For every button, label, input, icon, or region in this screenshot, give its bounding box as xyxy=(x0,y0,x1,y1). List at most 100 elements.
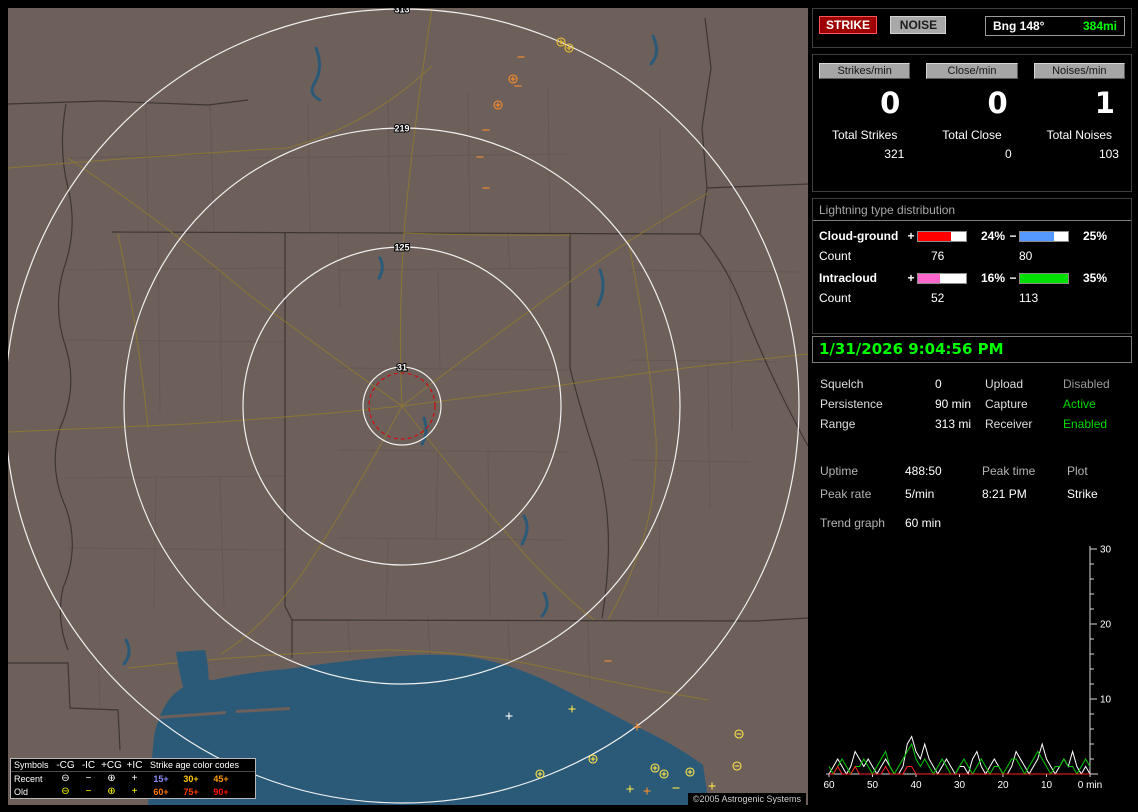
x-tick-label: 10 xyxy=(1041,780,1053,791)
capture-status: Active xyxy=(1063,397,1096,411)
trend-series-close xyxy=(829,765,1090,775)
age-code: 75+ xyxy=(183,786,199,797)
ic-positive-count: 52 xyxy=(931,291,945,305)
legend-header: Symbols -CG -IC +CG +IC Strike age color… xyxy=(11,759,255,772)
ring-distance-label: 125 xyxy=(394,243,409,253)
upload-status: Disabled xyxy=(1063,377,1110,391)
uptime-label: Uptime xyxy=(820,464,859,478)
close-per-min-value: 0 xyxy=(987,86,1008,120)
strikes-per-min-button[interactable]: Strikes/min xyxy=(819,63,911,79)
ring-distance-label: 219 xyxy=(394,124,409,134)
distribution-title: Lightning type distribution xyxy=(813,199,1131,221)
bearing-display: Bng 148° 384mi xyxy=(985,16,1125,36)
total-noises-label: Total Noises xyxy=(1046,128,1112,142)
stats-panel: Uptime 488:50 Peak time Plot Peak rate 5… xyxy=(812,456,1132,540)
squelch-label: Squelch xyxy=(820,377,864,391)
age-code: 60+ xyxy=(153,786,169,797)
settings-row: Persistence 90 min Capture Active xyxy=(812,394,1132,414)
noises-per-min-button[interactable]: Noises/min xyxy=(1033,63,1125,79)
rates-panel: Strikes/min 0 Total Strikes 321 Close/mi… xyxy=(812,54,1132,192)
plus-icon: + xyxy=(131,773,138,784)
age-code: 30+ xyxy=(183,773,199,784)
upload-label: Upload xyxy=(985,377,1024,391)
intracloud-row: Intracloud + 16% − 35% xyxy=(813,271,1131,285)
ring-distance-label: 31 xyxy=(397,363,407,373)
intracloud-label: Intracloud xyxy=(819,271,878,285)
ic-negative-pct: 35% xyxy=(1082,271,1107,285)
peak-rate-label: Peak rate xyxy=(820,487,872,501)
strikes-per-min-value: 0 xyxy=(880,86,901,120)
plot-label: Plot xyxy=(1067,464,1088,478)
minus-sign: − xyxy=(1009,229,1017,243)
total-close-value: 0 xyxy=(1004,147,1012,161)
minus-icon: − xyxy=(85,786,92,797)
stats-row: Peak rate 5/min 8:21 PM Strike xyxy=(812,483,1132,506)
circle-minus-icon: ⊖ xyxy=(61,786,70,797)
noise-indicator[interactable]: NOISE xyxy=(890,16,947,34)
legend-col-pos-ic: +IC xyxy=(126,759,143,771)
persistence-value: 90 min xyxy=(935,397,972,411)
trend-graph: 10 20 30 60 50 40 30 20 10 0 min xyxy=(823,545,1112,792)
cg-negative-pct: 25% xyxy=(1082,229,1107,243)
cg-negative-count: 80 xyxy=(1019,249,1033,263)
legend-row-old: Old ⊖ − ⊕ + 60+ 75+ 90+ xyxy=(11,785,255,798)
copyright-text: ©2005 Astrogenic Systems xyxy=(687,793,806,805)
y-tick-label: 10 xyxy=(1100,695,1112,706)
map-canvas: 313 219 125 31 xyxy=(8,8,808,805)
strike-indicator[interactable]: STRIKE xyxy=(819,16,877,34)
plot-value: Strike xyxy=(1067,487,1098,501)
cg-positive-count: 76 xyxy=(931,249,945,263)
distribution-panel: Lightning type distribution Cloud-ground… xyxy=(812,198,1132,334)
persistence-label: Persistence xyxy=(820,397,883,411)
circle-plus-icon: ⊕ xyxy=(107,786,116,797)
circle-plus-icon: ⊕ xyxy=(107,773,116,784)
x-tick-label: 0 min xyxy=(1078,780,1102,791)
trend-series-strikes xyxy=(828,735,1091,776)
legend-col-neg-cg: -CG xyxy=(56,759,75,771)
age-code: 90+ xyxy=(213,786,229,797)
intracloud-count-row: Count 52 113 xyxy=(813,291,1131,305)
bearing-distance: 384mi xyxy=(1082,19,1117,33)
trend-graph-period: 60 min xyxy=(905,516,942,530)
receiver-label: Receiver xyxy=(985,417,1033,431)
settings-row: Squelch 0 Upload Disabled xyxy=(812,374,1132,394)
map-legend: Symbols -CG -IC +CG +IC Strike age color… xyxy=(10,758,256,799)
status-sidebar: STRIKE NOISE Bng 148° 384mi Strikes/min … xyxy=(812,8,1132,805)
legend-row-recent: Recent ⊖ − ⊕ + 15+ 30+ 45+ xyxy=(11,772,255,785)
cg-negative-bar xyxy=(1019,230,1069,242)
uptime-value: 488:50 xyxy=(905,464,942,478)
minus-sign: − xyxy=(1009,271,1017,285)
close-per-min-button[interactable]: Close/min xyxy=(926,63,1018,79)
plus-sign: + xyxy=(907,271,915,285)
squelch-value: 0 xyxy=(935,377,942,391)
legend-old-label: Old xyxy=(14,786,29,797)
ic-positive-pct: 16% xyxy=(980,271,1005,285)
ring-distance-label: 313 xyxy=(394,8,409,15)
range-label: Range xyxy=(820,417,856,431)
y-tick-label: 20 xyxy=(1100,620,1112,631)
count-label: Count xyxy=(819,249,852,263)
settings-row: Range 313 mi Receiver Enabled xyxy=(812,414,1132,434)
plus-sign: + xyxy=(907,229,915,243)
x-tick-label: 50 xyxy=(867,780,879,791)
x-tick-label: 20 xyxy=(997,780,1009,791)
noises-per-min-value: 1 xyxy=(1094,86,1115,120)
indicator-panel: STRIKE NOISE Bng 148° 384mi xyxy=(812,8,1132,48)
settings-panel: Squelch 0 Upload Disabled Persistence 90… xyxy=(812,370,1132,440)
lightning-map[interactable]: 313 219 125 31 Symbols -CG -IC +CG +IC Stri… xyxy=(8,8,808,805)
trend-graph-label: Trend graph xyxy=(820,516,885,530)
x-tick-label: 30 xyxy=(954,780,966,791)
bearing-label: Bng 148° xyxy=(993,19,1045,33)
capture-label: Capture xyxy=(985,397,1028,411)
x-tick-label: 60 xyxy=(823,780,835,791)
legend-symbols-label: Symbols xyxy=(14,760,49,770)
count-label: Count xyxy=(819,291,852,305)
ic-negative-bar xyxy=(1019,272,1069,284)
cloud-ground-row: Cloud-ground + 24% − 25% xyxy=(813,229,1131,243)
plus-icon: + xyxy=(131,786,138,797)
stats-row: Uptime 488:50 Peak time Plot xyxy=(812,460,1132,483)
circle-minus-icon: ⊖ xyxy=(61,773,70,784)
trend-graph-panel: 10 20 30 60 50 40 30 20 10 0 min xyxy=(812,538,1132,805)
y-tick-label: 30 xyxy=(1100,545,1112,556)
peak-time-label: Peak time xyxy=(982,464,1036,478)
